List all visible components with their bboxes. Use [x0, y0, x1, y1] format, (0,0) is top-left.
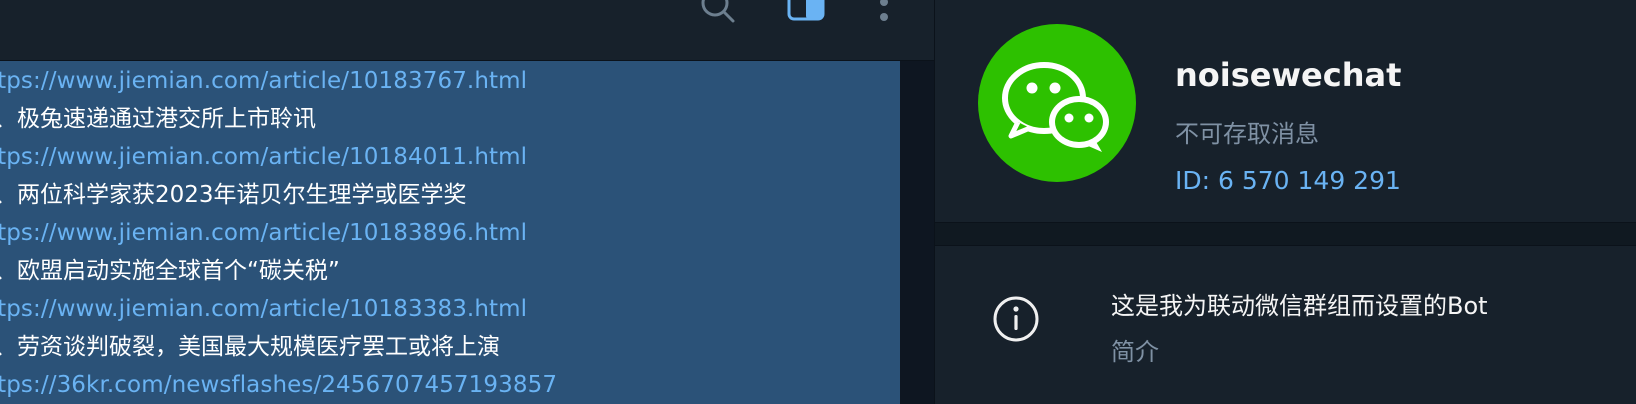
section-separator — [935, 222, 1636, 246]
about-text: 这是我为联动微信群组而设置的Bot — [1111, 292, 1488, 320]
message-line: 、劳资谈判破裂，美国最大规模医疗罢工或将上演 — [0, 334, 500, 360]
profile-name: noisewechat — [1175, 56, 1402, 94]
message-link[interactable]: ttps://www.jiemian.com/article/10183767.… — [0, 62, 900, 100]
side-panel-icon[interactable] — [784, 0, 828, 24]
message-line: 、极兔速递通过港交所上市聆讯 — [0, 106, 316, 132]
profile-section: noisewechat 不可存取消息 ID: 6 570 149 291 — [935, 0, 1636, 222]
message-link[interactable]: ttps://www.jiemian.com/article/10183896.… — [0, 214, 900, 252]
selected-message-bubble[interactable]: ttps://www.jiemian.com/article/10183767.… — [0, 61, 900, 404]
profile-id[interactable]: ID: 6 570 149 291 — [1175, 166, 1401, 195]
message-text: ttps://www.jiemian.com/article/10183767.… — [0, 62, 900, 404]
message-link[interactable]: ttps://36kr.com/newsflashes/245670745719… — [0, 366, 900, 404]
chat-messages-area[interactable]: ttps://www.jiemian.com/article/10183767.… — [0, 61, 934, 404]
more-vertical-icon[interactable] — [872, 0, 896, 24]
info-icon — [991, 294, 1041, 344]
message-line: 、欧盟启动实施全球首个“碳关税” — [0, 258, 340, 284]
user-info-panel: noisewechat 不可存取消息 ID: 6 570 149 291 这是我… — [935, 0, 1636, 404]
chat-header — [0, 0, 934, 61]
message-line: 、两位科学家获2023年诺贝尔生理学或医学奖 — [0, 182, 467, 208]
chat-column: ttps://www.jiemian.com/article/10183767.… — [0, 0, 934, 404]
about-section[interactable]: 这是我为联动微信群组而设置的Bot 简介 — [935, 246, 1636, 404]
message-link[interactable]: ttps://www.jiemian.com/article/10183383.… — [0, 290, 900, 328]
message-link[interactable]: ttps://www.jiemian.com/article/10184011.… — [0, 138, 900, 176]
telegram-window: ttps://www.jiemian.com/article/10183767.… — [0, 0, 1636, 404]
search-icon[interactable] — [698, 0, 738, 24]
avatar[interactable] — [978, 24, 1136, 182]
profile-status: 不可存取消息 — [1175, 120, 1319, 148]
about-label: 简介 — [1111, 338, 1159, 366]
wechat-logo-icon — [1002, 62, 1109, 152]
